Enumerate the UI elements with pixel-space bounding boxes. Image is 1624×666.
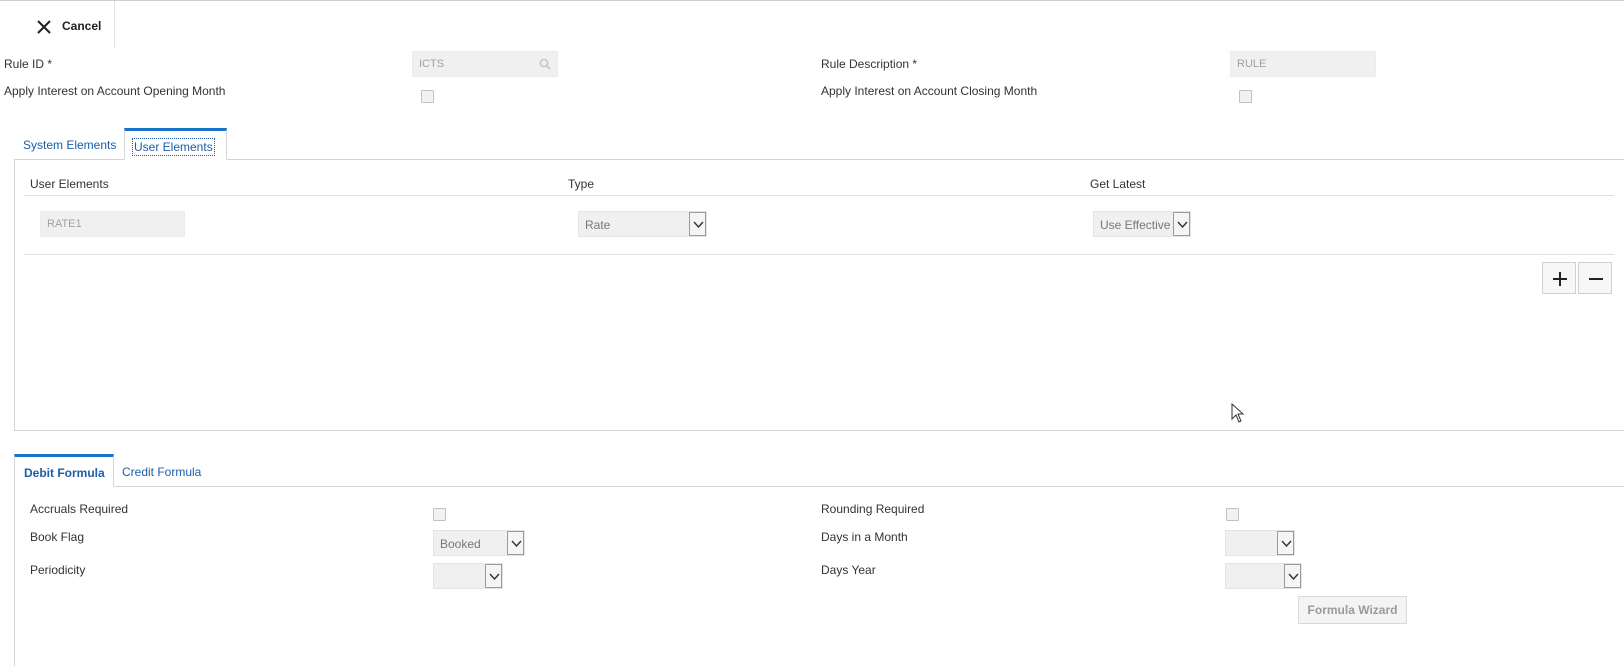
get-latest-select[interactable]: Use Effective xyxy=(1093,211,1191,237)
user-element-field[interactable]: RATE1 xyxy=(40,211,185,237)
type-select-value: Rate xyxy=(585,218,611,232)
book-flag-select-value: Booked xyxy=(440,537,481,551)
top-border xyxy=(0,0,1624,1)
cancel-button[interactable]: Cancel xyxy=(0,1,115,49)
close-icon xyxy=(37,20,51,34)
tab-debit-formula[interactable]: Debit Formula xyxy=(14,454,114,487)
days-year-select[interactable] xyxy=(1225,563,1302,589)
book-flag-label: Book Flag xyxy=(30,530,85,544)
type-select[interactable]: Rate xyxy=(578,211,707,237)
tab-credit-formula[interactable]: Credit Formula xyxy=(122,465,201,479)
apply-closing-checkbox[interactable] xyxy=(1239,90,1252,103)
rounding-required-label: Rounding Required xyxy=(821,502,925,516)
days-year-label: Days Year xyxy=(821,563,876,577)
rule-description-value: RULE xyxy=(1237,58,1267,70)
tab-user-elements[interactable]: User Elements xyxy=(124,128,227,160)
chevron-down-icon xyxy=(511,540,522,547)
column-header-user-elements: User Elements xyxy=(30,177,109,191)
formula-panel-border xyxy=(14,486,15,666)
minus-icon xyxy=(1589,278,1603,280)
accruals-required-checkbox[interactable] xyxy=(433,508,446,521)
periodicity-select[interactable] xyxy=(433,563,503,589)
book-flag-select[interactable]: Booked xyxy=(433,530,525,556)
cancel-label: Cancel xyxy=(62,19,102,33)
periodicity-label: Periodicity xyxy=(30,563,86,577)
remove-row-button[interactable] xyxy=(1578,262,1612,294)
tab-system-elements[interactable]: System Elements xyxy=(23,138,116,152)
days-in-month-select-arrow[interactable] xyxy=(1277,531,1294,555)
book-flag-select-arrow[interactable] xyxy=(507,531,524,555)
periodicity-select-arrow[interactable] xyxy=(485,564,502,588)
user-element-value: RATE1 xyxy=(47,218,82,230)
rule-id-value: ICTS xyxy=(419,58,445,70)
tab-user-elements-label: User Elements xyxy=(132,138,215,156)
rule-description-label: Rule Description * xyxy=(821,57,918,71)
apply-opening-checkbox[interactable] xyxy=(421,90,434,103)
apply-opening-label: Apply Interest on Account Opening Month xyxy=(4,84,226,98)
grid-row-separator xyxy=(24,254,1614,255)
chevron-down-icon xyxy=(693,221,704,228)
search-icon[interactable] xyxy=(539,58,551,70)
apply-closing-label: Apply Interest on Account Closing Month xyxy=(821,84,1038,98)
days-in-month-label: Days in a Month xyxy=(821,530,908,544)
chevron-down-icon xyxy=(1177,221,1188,228)
days-in-month-select[interactable] xyxy=(1225,530,1295,556)
grid-header-separator xyxy=(24,195,1614,196)
rule-description-field[interactable]: RULE xyxy=(1230,51,1376,77)
chevron-down-icon xyxy=(489,573,500,580)
formula-tabs-baseline xyxy=(14,486,1624,487)
add-row-button[interactable] xyxy=(1542,262,1576,294)
get-latest-select-arrow[interactable] xyxy=(1173,212,1190,236)
rule-id-label: Rule ID * xyxy=(4,57,53,71)
user-elements-panel xyxy=(14,160,1624,431)
column-header-type: Type xyxy=(568,177,595,191)
rounding-required-checkbox[interactable] xyxy=(1226,508,1239,521)
formula-wizard-button[interactable]: Formula Wizard xyxy=(1298,596,1407,624)
days-year-select-arrow[interactable] xyxy=(1284,564,1301,588)
column-header-get-latest: Get Latest xyxy=(1090,177,1146,191)
chevron-down-icon xyxy=(1288,573,1299,580)
rule-id-field[interactable]: ICTS xyxy=(412,51,558,77)
get-latest-select-value: Use Effective xyxy=(1100,218,1171,232)
chevron-down-icon xyxy=(1281,540,1292,547)
plus-icon xyxy=(1553,272,1567,286)
accruals-required-label: Accruals Required xyxy=(30,502,129,516)
tab-debit-formula-label: Debit Formula xyxy=(24,466,105,480)
type-select-arrow[interactable] xyxy=(689,212,706,236)
mouse-cursor-icon xyxy=(1231,403,1245,423)
